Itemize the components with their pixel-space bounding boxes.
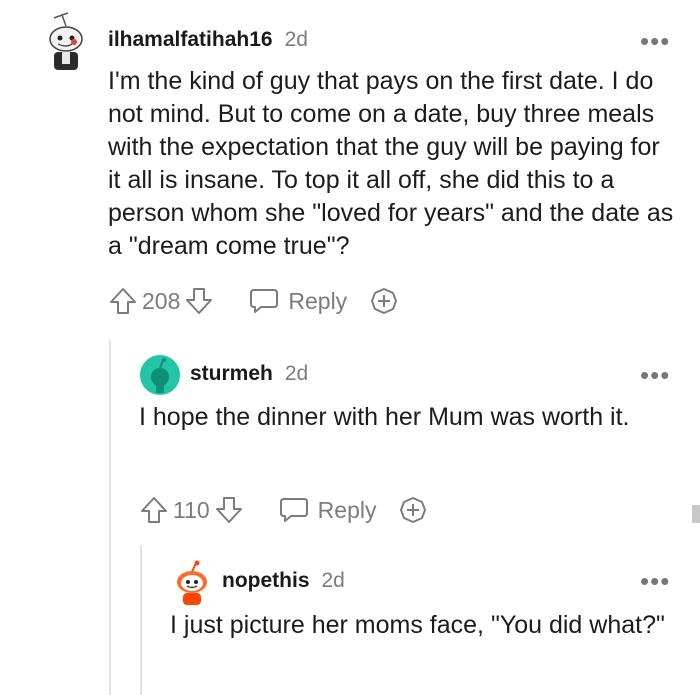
upvote-icon[interactable] xyxy=(139,495,169,525)
comment: sturmeh 2d ••• I hope the dinner with her… xyxy=(0,340,700,540)
reply-button[interactable]: Reply xyxy=(248,287,347,315)
award-add-icon[interactable] xyxy=(398,495,428,525)
comment: ilhamalfatihah16 2d ••• I'm the kind of g… xyxy=(0,0,700,340)
timestamp[interactable]: 2d xyxy=(322,569,345,592)
username[interactable]: sturmeh xyxy=(190,362,273,385)
vote-count: 208 xyxy=(142,287,181,314)
snoo-avatar-teal[interactable] xyxy=(139,354,181,396)
comment-header: sturmeh 2d xyxy=(190,362,308,386)
comment-body: I hope the dinner with her Mum was worth… xyxy=(139,403,630,431)
comment-actions: 110 Reply xyxy=(139,493,428,527)
username[interactable]: nopethis xyxy=(222,569,310,592)
reply-label: Reply xyxy=(317,496,377,523)
reply-label: Reply xyxy=(288,287,348,314)
more-options-icon[interactable]: ••• xyxy=(640,568,670,594)
reply-bubble-icon xyxy=(279,498,308,522)
more-options-icon[interactable]: ••• xyxy=(640,28,670,54)
snoo-avatar-gray[interactable] xyxy=(40,12,92,72)
vote-count: 110 xyxy=(173,496,210,523)
comment-body: I just picture her moms face, "You did w… xyxy=(170,611,665,639)
username[interactable]: ilhamalfatihah16 xyxy=(108,28,273,51)
downvote-icon[interactable] xyxy=(214,495,244,525)
timestamp[interactable]: 2d xyxy=(285,362,308,385)
award-add-icon[interactable] xyxy=(369,286,399,316)
upvote-icon[interactable] xyxy=(108,286,138,316)
more-options-icon[interactable]: ••• xyxy=(640,362,670,388)
timestamp[interactable]: 2d xyxy=(285,28,308,51)
comment-actions: 208 Reply xyxy=(108,284,399,318)
comment: nopethis 2d ••• I just picture her moms f… xyxy=(0,550,700,695)
comment-header: ilhamalfatihah16 2d xyxy=(108,28,308,52)
snoo-avatar-orange[interactable] xyxy=(170,560,214,606)
comment-header: nopethis 2d xyxy=(222,569,345,593)
comment-body: I'm the kind of guy that pays on the fir… xyxy=(108,67,674,260)
reply-button[interactable]: Reply xyxy=(278,496,377,524)
reply-bubble-icon xyxy=(250,289,279,313)
downvote-icon[interactable] xyxy=(184,286,214,316)
